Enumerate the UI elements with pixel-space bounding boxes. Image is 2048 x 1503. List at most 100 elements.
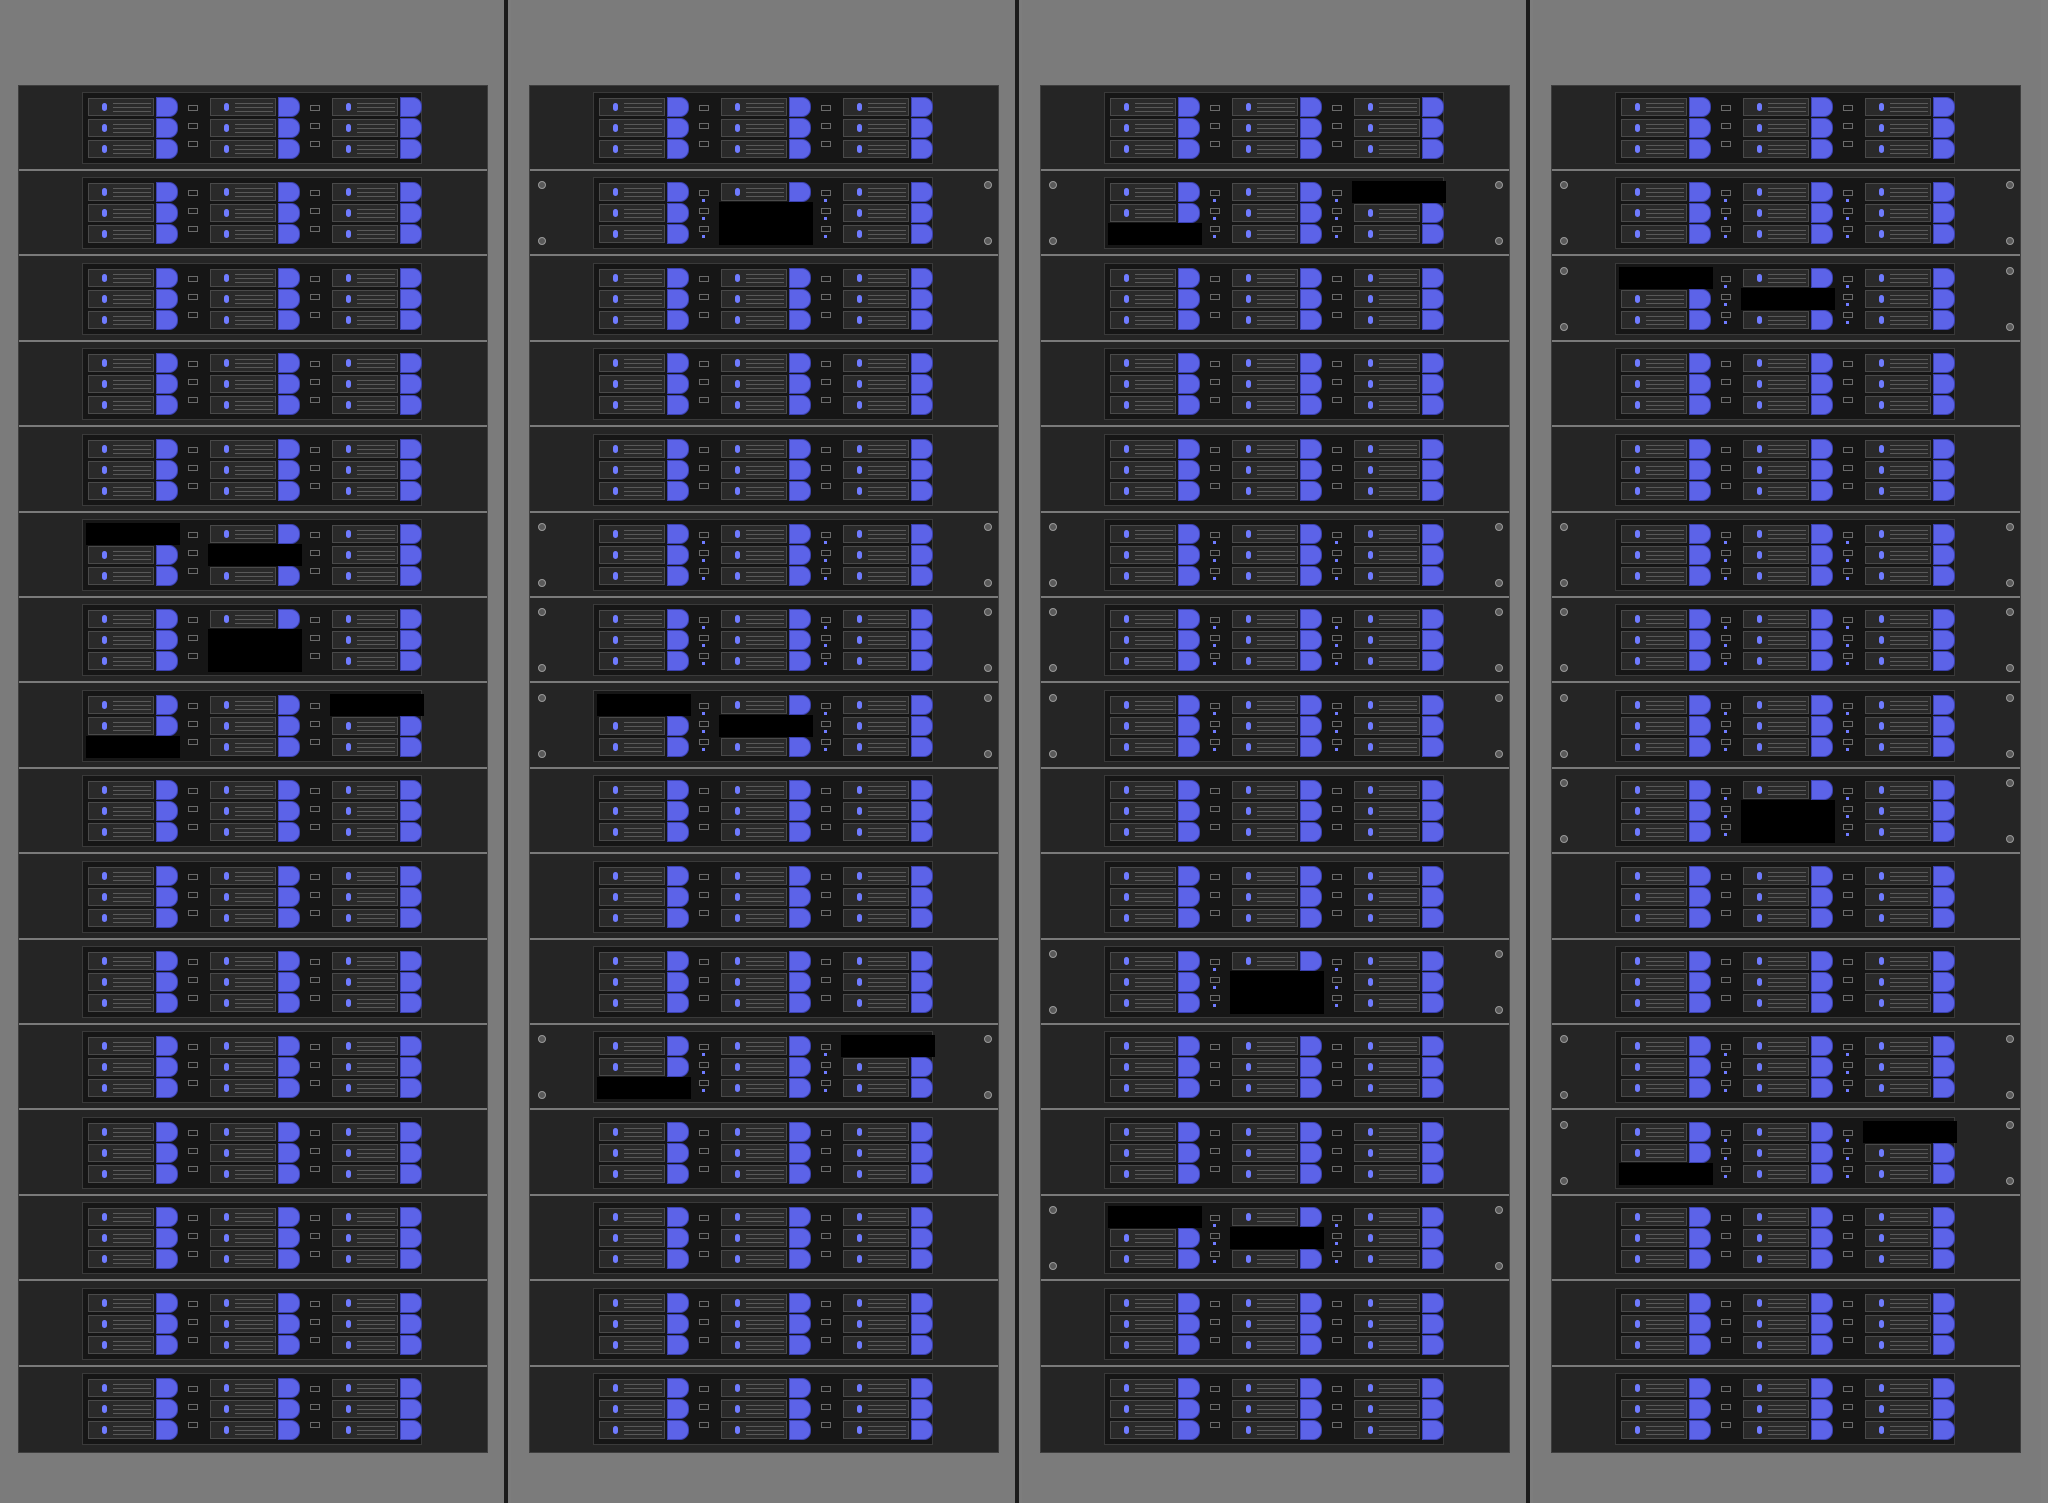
drive-handle-icon[interactable] [911, 1078, 933, 1098]
drive-bay[interactable] [332, 1208, 398, 1226]
drive-handle-icon[interactable] [1689, 118, 1711, 138]
drive-handle-icon[interactable] [400, 203, 422, 223]
drive-handle-icon[interactable] [400, 716, 422, 736]
drive-handle-icon[interactable] [667, 866, 689, 886]
drive-bay[interactable] [721, 567, 787, 585]
drive-bay[interactable] [1354, 1315, 1420, 1333]
drive-bay[interactable] [1354, 994, 1420, 1012]
drive-bay[interactable] [88, 482, 154, 500]
drive-handle-icon[interactable] [156, 1036, 178, 1056]
drive-handle-icon[interactable] [400, 353, 422, 373]
drive-bay[interactable] [210, 1294, 276, 1312]
drive-bay[interactable] [210, 1336, 276, 1354]
drive-bay[interactable] [721, 1400, 787, 1418]
drive-handle-icon[interactable] [1300, 374, 1322, 394]
drive-handle-icon[interactable] [1178, 203, 1200, 223]
drive-handle-icon[interactable] [400, 439, 422, 459]
drive-bay[interactable] [1743, 1058, 1809, 1076]
drive-handle-icon[interactable] [1300, 609, 1322, 629]
drive-handle-icon[interactable] [156, 993, 178, 1013]
drive-handle-icon[interactable] [1689, 524, 1711, 544]
drive-bay[interactable] [599, 738, 665, 756]
drive-bay[interactable] [210, 1250, 276, 1268]
drive-bay[interactable] [1110, 610, 1176, 628]
drive-bay[interactable] [210, 140, 276, 158]
drive-handle-icon[interactable] [1422, 1314, 1444, 1334]
drive-handle-icon[interactable] [1300, 822, 1322, 842]
drive-handle-icon[interactable] [911, 993, 933, 1013]
drive-handle-icon[interactable] [789, 182, 811, 202]
drive-bay[interactable] [721, 1229, 787, 1247]
drive-handle-icon[interactable] [911, 1164, 933, 1184]
drive-bay[interactable] [1865, 696, 1931, 714]
drive-handle-icon[interactable] [911, 801, 933, 821]
drive-handle-icon[interactable] [1811, 1078, 1833, 1098]
drive-handle-icon[interactable] [911, 887, 933, 907]
drive-bay[interactable] [1232, 823, 1298, 841]
drive-bay[interactable] [1743, 98, 1809, 116]
drive-handle-icon[interactable] [1178, 1249, 1200, 1269]
drive-bay[interactable] [843, 269, 909, 287]
drive-bay[interactable] [1232, 1250, 1298, 1268]
drive-bay[interactable] [1621, 1123, 1687, 1141]
drive-handle-icon[interactable] [1933, 1228, 1955, 1248]
drive-bay[interactable] [1354, 1250, 1420, 1268]
drive-handle-icon[interactable] [1689, 1228, 1711, 1248]
drive-handle-icon[interactable] [911, 609, 933, 629]
drive-handle-icon[interactable] [400, 310, 422, 330]
drive-bay[interactable] [332, 717, 398, 735]
drive-handle-icon[interactable] [1689, 1036, 1711, 1056]
drive-handle-icon[interactable] [1422, 1378, 1444, 1398]
drive-handle-icon[interactable] [1178, 1228, 1200, 1248]
drive-bay[interactable] [1621, 802, 1687, 820]
drive-handle-icon[interactable] [667, 139, 689, 159]
drive-bay[interactable] [210, 1229, 276, 1247]
drive-handle-icon[interactable] [400, 118, 422, 138]
drive-bay[interactable] [1743, 909, 1809, 927]
drive-bay[interactable] [843, 1315, 909, 1333]
drive-handle-icon[interactable] [1933, 972, 1955, 992]
drive-bay[interactable] [88, 1123, 154, 1141]
drive-handle-icon[interactable] [1178, 1036, 1200, 1056]
drive-handle-icon[interactable] [1811, 1207, 1833, 1227]
drive-handle-icon[interactable] [1178, 780, 1200, 800]
drive-bay[interactable] [210, 823, 276, 841]
drive-bay[interactable] [1232, 1079, 1298, 1097]
drive-handle-icon[interactable] [1689, 866, 1711, 886]
drive-handle-icon[interactable] [667, 1036, 689, 1056]
drive-handle-icon[interactable] [1422, 1143, 1444, 1163]
drive-bay[interactable] [1621, 652, 1687, 670]
drive-handle-icon[interactable] [1933, 993, 1955, 1013]
drive-handle-icon[interactable] [278, 139, 300, 159]
drive-handle-icon[interactable] [278, 268, 300, 288]
drive-bay[interactable] [721, 781, 787, 799]
drive-handle-icon[interactable] [789, 1249, 811, 1269]
drive-handle-icon[interactable] [1689, 1293, 1711, 1313]
drive-bay[interactable] [1110, 867, 1176, 885]
drive-bay[interactable] [1743, 952, 1809, 970]
drive-bay[interactable] [1354, 204, 1420, 222]
drive-handle-icon[interactable] [400, 460, 422, 480]
drive-bay[interactable] [843, 546, 909, 564]
drive-bay[interactable] [1865, 738, 1931, 756]
drive-bay[interactable] [843, 696, 909, 714]
drive-bay[interactable] [1743, 546, 1809, 564]
drive-handle-icon[interactable] [911, 1378, 933, 1398]
drive-bay[interactable] [332, 867, 398, 885]
drive-handle-icon[interactable] [400, 1399, 422, 1419]
drive-handle-icon[interactable] [1689, 972, 1711, 992]
drive-handle-icon[interactable] [1933, 353, 1955, 373]
drive-bay[interactable] [1110, 482, 1176, 500]
drive-bay[interactable] [1743, 525, 1809, 543]
drive-bay[interactable] [1110, 1400, 1176, 1418]
drive-handle-icon[interactable] [667, 1057, 689, 1077]
drive-bay[interactable] [210, 461, 276, 479]
drive-bay[interactable] [1232, 1058, 1298, 1076]
drive-handle-icon[interactable] [1811, 993, 1833, 1013]
drive-handle-icon[interactable] [278, 737, 300, 757]
drive-handle-icon[interactable] [1689, 1378, 1711, 1398]
drive-bay[interactable] [1354, 738, 1420, 756]
drive-bay[interactable] [1110, 311, 1176, 329]
drive-bay[interactable] [332, 1229, 398, 1247]
drive-handle-icon[interactable] [667, 1399, 689, 1419]
